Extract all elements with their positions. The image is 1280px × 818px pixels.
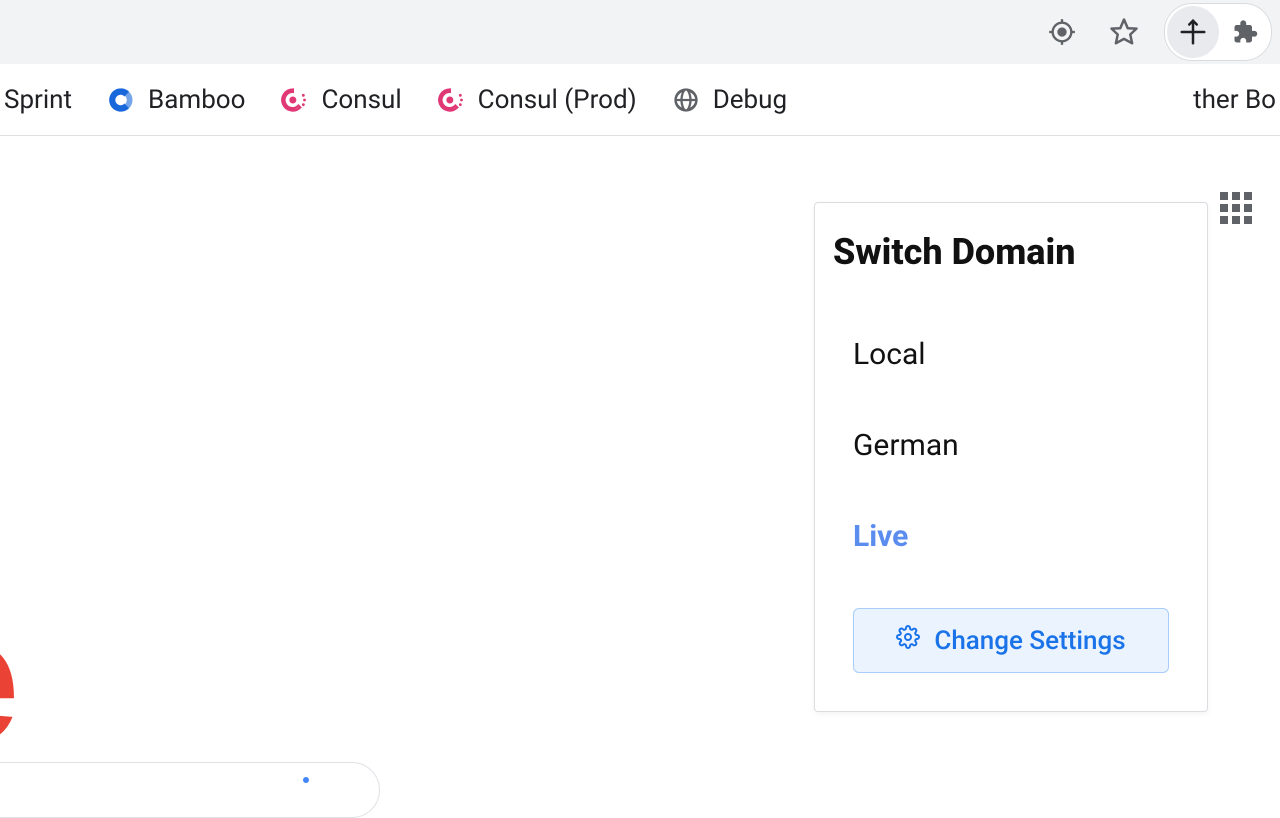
domain-switcher-extension-icon[interactable] bbox=[1167, 6, 1219, 58]
bookmark-label: Consul (Prod) bbox=[478, 85, 637, 115]
globe-icon bbox=[671, 85, 701, 115]
domain-label: Local bbox=[853, 337, 926, 372]
domain-switcher-popup: Switch Domain Local German Live Change S… bbox=[814, 202, 1208, 712]
change-settings-button[interactable]: Change Settings bbox=[853, 608, 1169, 673]
location-target-icon[interactable] bbox=[1040, 10, 1084, 54]
domain-label: German bbox=[853, 428, 959, 463]
google-apps-grid-icon[interactable] bbox=[1220, 192, 1252, 224]
extensions-menu-icon[interactable] bbox=[1221, 6, 1269, 58]
bookmark-debug[interactable]: Debug bbox=[671, 85, 787, 115]
bookmarks-bar: Sprint Bamboo Consul Consul (Prod) Debug… bbox=[0, 64, 1280, 136]
gear-icon bbox=[896, 625, 920, 656]
bookmark-label: Sprint bbox=[4, 85, 72, 115]
bookmark-sprint[interactable]: Sprint bbox=[4, 85, 72, 115]
domain-option-local[interactable]: Local bbox=[833, 309, 1189, 400]
bookmark-label: Consul bbox=[321, 85, 401, 115]
domain-option-live[interactable]: Live bbox=[833, 491, 1189, 582]
bookmark-label: Debug bbox=[713, 85, 787, 115]
settings-button-label: Change Settings bbox=[934, 626, 1125, 656]
consul-icon bbox=[436, 85, 466, 115]
bookmark-label: Bamboo bbox=[148, 85, 245, 115]
popup-title: Switch Domain bbox=[833, 231, 1189, 273]
browser-omnibox-strip bbox=[0, 0, 1280, 64]
page-content: e Switch Domain Local German Live bbox=[0, 136, 1280, 800]
consul-icon bbox=[279, 85, 309, 115]
bookmark-consul[interactable]: Consul bbox=[279, 85, 401, 115]
mic-icon[interactable] bbox=[303, 777, 309, 783]
star-bookmark-icon[interactable] bbox=[1102, 10, 1146, 54]
domain-option-german[interactable]: German bbox=[833, 400, 1189, 491]
google-logo-fragment: e bbox=[0, 576, 10, 783]
google-search-input[interactable] bbox=[0, 762, 380, 818]
extensions-pill bbox=[1164, 3, 1272, 61]
other-bookmarks[interactable]: ther Bo bbox=[1183, 85, 1276, 115]
bookmark-label: ther Bo bbox=[1193, 85, 1276, 115]
bamboo-icon bbox=[106, 85, 136, 115]
domain-label: Live bbox=[853, 519, 908, 554]
bookmark-consul-prod[interactable]: Consul (Prod) bbox=[436, 85, 637, 115]
domain-list: Local German Live bbox=[833, 309, 1189, 582]
bookmark-bamboo[interactable]: Bamboo bbox=[106, 85, 245, 115]
